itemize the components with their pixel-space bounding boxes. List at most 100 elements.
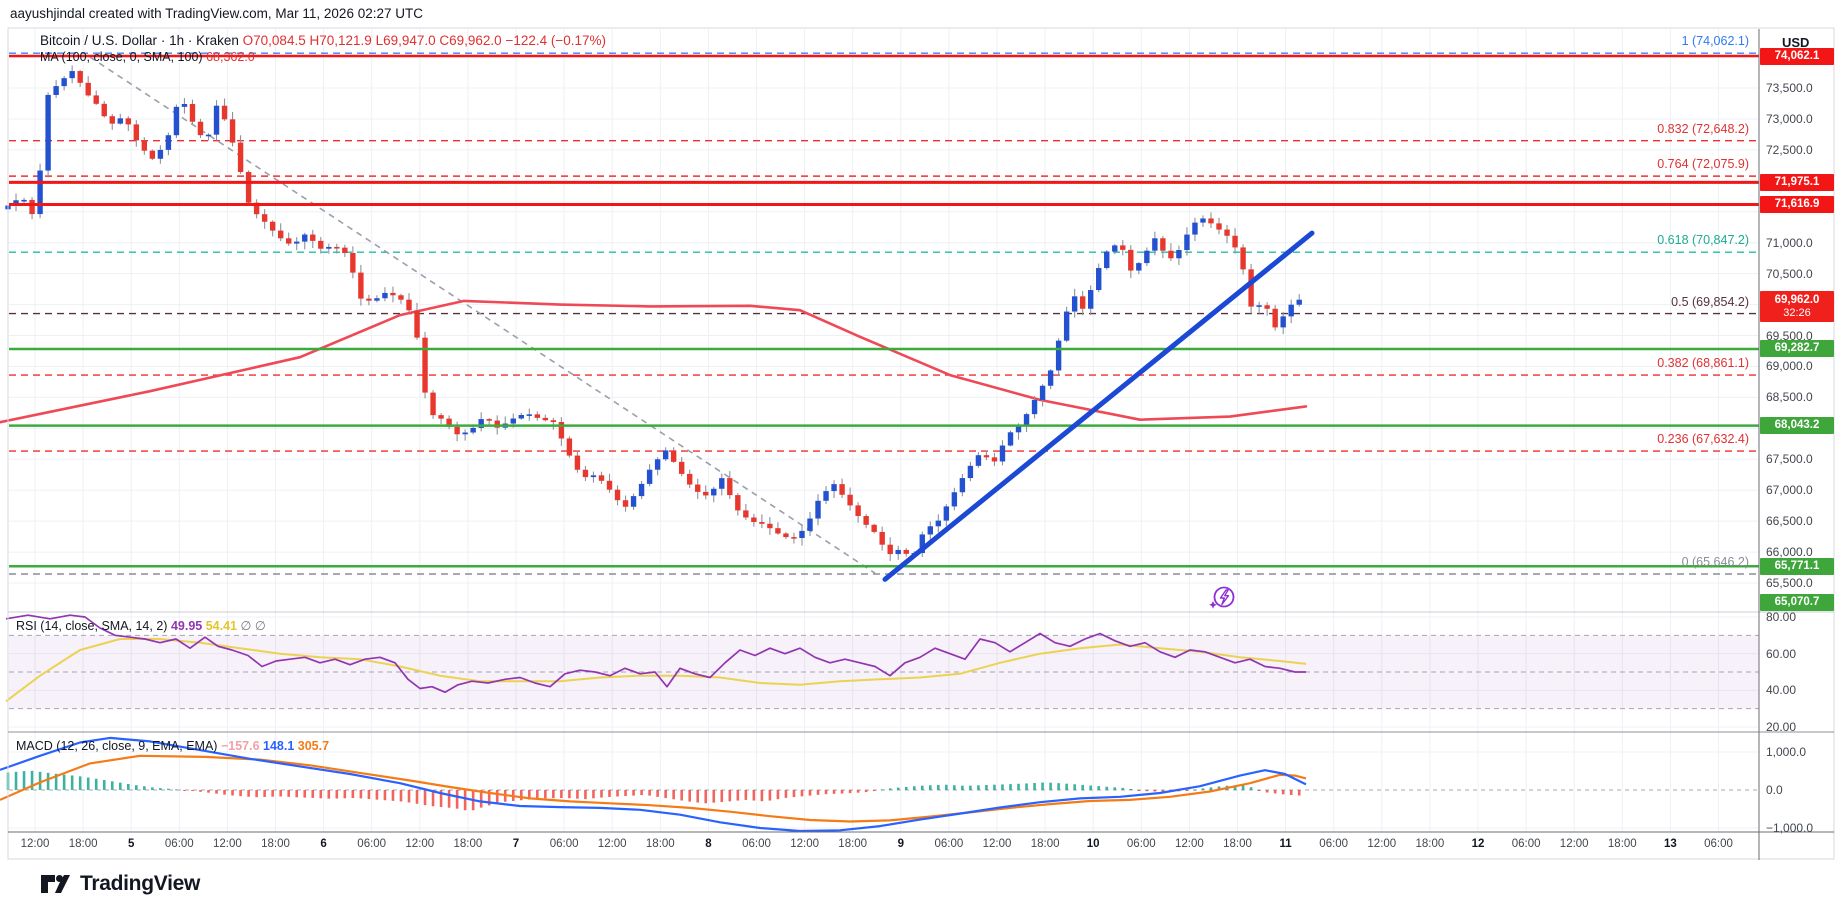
time-tick-label: 06:00 [357, 838, 386, 850]
time-tick-label: 18:00 [646, 838, 675, 850]
time-tick-label: 12:00 [405, 838, 434, 850]
time-tick-label: 18:00 [261, 838, 290, 850]
price-tick-label: 68,500.0 [1766, 390, 1813, 404]
price-tick-label: 73,500.0 [1766, 81, 1813, 95]
fib-level-label: 0.764 (72,075.9) [1657, 157, 1749, 171]
rsi-legend: RSI (14, close, SMA, 14, 2) 49.95 54.41 … [16, 618, 266, 633]
symbol-legend: Bitcoin / U.S. Dollar · 1h · Kraken O70,… [40, 33, 606, 48]
price-level-badge: 71,975.1 [1760, 174, 1834, 191]
rsi-tick-label: 20.00 [1766, 720, 1796, 734]
time-tick-label: 06:00 [1704, 838, 1733, 850]
time-tick-label: 9 [898, 838, 904, 850]
ohlc-high: H70,121.9 [309, 33, 371, 48]
fib-level-label: 0 (65,646.2) [1682, 555, 1749, 569]
exchange-label: Kraken [196, 33, 239, 48]
time-tick-label: 18:00 [838, 838, 867, 850]
time-tick-label: 06:00 [1319, 838, 1348, 850]
time-tick-label: 12:00 [598, 838, 627, 850]
time-tick-label: 6 [320, 838, 326, 850]
time-tick-label: 12:00 [790, 838, 819, 850]
macd-line-value: 148.1 [263, 739, 294, 753]
price-level-badge: 71,616.9 [1760, 196, 1834, 213]
price-tick-label: 65,500.0 [1766, 576, 1813, 590]
fib-level-label: 0.236 (67,632.4) [1657, 432, 1749, 446]
ohlc-open: O70,084.5 [243, 33, 306, 48]
macd-tick-label: 1,000.0 [1766, 745, 1806, 759]
ohlc-low: L69,947.0 [376, 33, 436, 48]
ma-legend-label: MA (100, close, 0, SMA, 100) [40, 50, 203, 64]
interval-label: 1h [169, 33, 184, 48]
time-tick-label: 18:00 [1608, 838, 1637, 850]
time-tick-label: 06:00 [1127, 838, 1156, 850]
rsi-tick-label: 80.00 [1766, 610, 1796, 624]
tradingview-logo-text: TradingView [80, 872, 200, 896]
price-level-badge: 68,043.2 [1760, 417, 1834, 434]
macd-hist-value: −157.6 [221, 739, 260, 753]
time-tick-label: 18:00 [1223, 838, 1252, 850]
symbol-title: Bitcoin / U.S. Dollar [40, 33, 157, 48]
macd-tick-label: 0.0 [1766, 783, 1783, 797]
lightning-idea-marker[interactable] [1209, 588, 1233, 609]
time-tick-label: 13 [1664, 838, 1677, 850]
time-tick-label: 11 [1280, 838, 1292, 850]
fib-level-label: 0.382 (68,861.1) [1657, 356, 1749, 370]
time-tick-label: 18:00 [1416, 838, 1445, 850]
rsi-legend-label: RSI (14, close, SMA, 14, 2) [16, 619, 167, 633]
time-tick-label: 18:00 [1031, 838, 1060, 850]
attribution-text: aayushjindal created with TradingView.co… [10, 6, 423, 21]
fib-level-label: 0.832 (72,648.2) [1657, 122, 1749, 136]
price-tick-label: 72,500.0 [1766, 143, 1813, 157]
price-level-badge: 69,282.7 [1760, 340, 1834, 357]
time-tick-label: 5 [128, 838, 134, 850]
bar-countdown: 32:26 [1760, 307, 1834, 320]
time-tick-label: 06:00 [165, 838, 194, 850]
time-tick-label: 12:00 [213, 838, 242, 850]
macd-tick-label: −1,000.0 [1766, 821, 1813, 835]
price-tick-label: 69,000.0 [1766, 359, 1813, 373]
time-tick-label: 18:00 [69, 838, 98, 850]
time-tick-label: 7 [513, 838, 519, 850]
time-tick-label: 8 [705, 838, 711, 850]
price-tick-label: 71,000.0 [1766, 236, 1813, 250]
time-tick-label: 12:00 [983, 838, 1012, 850]
price-tick-label: 66,500.0 [1766, 514, 1813, 528]
time-tick-label: 06:00 [935, 838, 964, 850]
price-level-badge: 74,062.1 [1760, 48, 1834, 65]
tradingview-logo-icon [40, 870, 70, 898]
time-tick-label: 12:00 [1560, 838, 1589, 850]
time-tick-label: 06:00 [742, 838, 771, 850]
tradingview-logo[interactable]: TradingView [40, 870, 200, 898]
ohlc-close: C69,962.0 [439, 33, 501, 48]
price-level-badge: 65,070.7 [1760, 594, 1834, 611]
price-tick-label: 67,000.0 [1766, 483, 1813, 497]
rsi-tick-label: 40.00 [1766, 683, 1796, 697]
rsi-value: 49.95 [171, 619, 202, 633]
time-tick-label: 18:00 [454, 838, 483, 850]
rsi-tick-label: 60.00 [1766, 647, 1796, 661]
macd-legend: MACD (12, 26, close, 9, EMA, EMA) −157.6… [16, 739, 329, 753]
time-tick-label: 06:00 [550, 838, 579, 850]
price-level-badge: 65,771.1 [1760, 558, 1834, 575]
fib-level-label: 0.5 (69,854.2) [1671, 295, 1749, 309]
rsi-sma-value: 54.41 [206, 619, 237, 633]
current-price-badge: 69,962.032:26 [1760, 291, 1834, 322]
macd-signal-value: 305.7 [298, 739, 329, 753]
rsi-empty-set-icons: ∅ ∅ [240, 619, 265, 633]
chart-canvas[interactable] [0, 0, 1835, 917]
fib-level-label: 1 (74,062.1) [1682, 34, 1749, 48]
time-tick-label: 06:00 [1512, 838, 1541, 850]
time-tick-label: 12:00 [1367, 838, 1396, 850]
fib-level-label: 0.618 (70,847.2) [1657, 233, 1749, 247]
time-tick-label: 12:00 [21, 838, 50, 850]
ma-legend: MA (100, close, 0, SMA, 100) 68,362.0 [40, 50, 255, 64]
change-value: −122.4 (−0.17%) [505, 33, 606, 48]
time-tick-label: 12 [1472, 838, 1485, 850]
time-tick-label: 10 [1087, 838, 1100, 850]
price-tick-label: 73,000.0 [1766, 112, 1813, 126]
price-tick-label: 67,500.0 [1766, 452, 1813, 466]
price-tick-label: 66,000.0 [1766, 545, 1813, 559]
tradingview-chart-page: aayushjindal created with TradingView.co… [0, 0, 1835, 917]
macd-legend-label: MACD (12, 26, close, 9, EMA, EMA) [16, 739, 217, 753]
price-tick-label: 70,500.0 [1766, 267, 1813, 281]
time-tick-label: 12:00 [1175, 838, 1204, 850]
